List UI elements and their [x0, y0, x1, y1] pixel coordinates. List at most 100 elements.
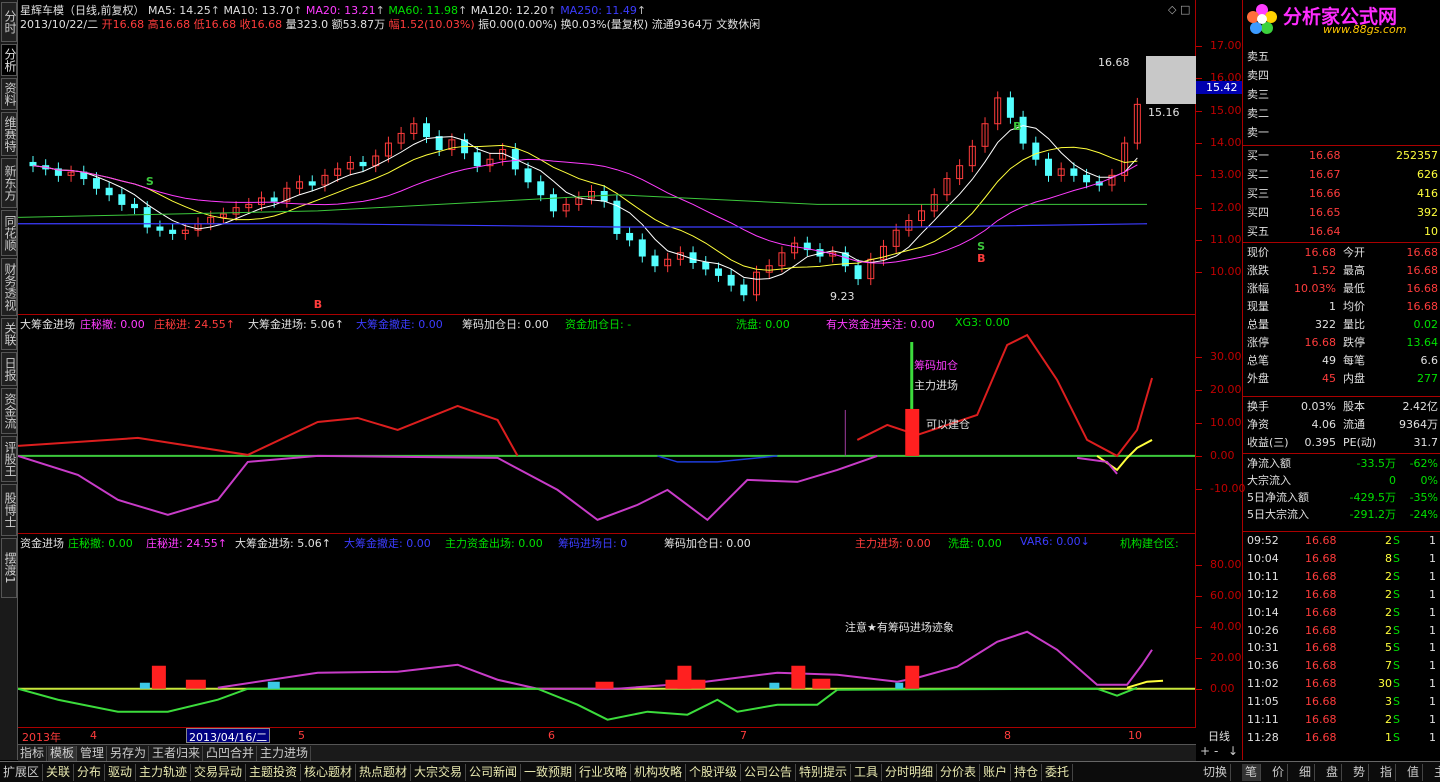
flow-label: 5日净流入额	[1247, 491, 1309, 504]
bottom-tab-6[interactable]: 主题投资	[246, 764, 302, 781]
bottom-tab-4[interactable]: 主力轨迹	[136, 764, 192, 781]
stat-label: 涨停	[1247, 336, 1269, 349]
left-tab-0[interactable]: 分时	[1, 2, 17, 42]
right-tab-6[interactable]: 指	[1377, 764, 1397, 781]
bottom-tab-21[interactable]: 持仓	[1011, 764, 1043, 781]
toolbar-tab-6[interactable]: 主力进场	[258, 746, 312, 761]
left-tab-9[interactable]: 资金流	[1, 388, 17, 434]
ind2-bar	[895, 682, 904, 689]
stat-label: 均价	[1343, 300, 1365, 313]
ind1-red-line-2	[856, 333, 1153, 458]
left-tab-2[interactable]: 资料	[1, 78, 17, 110]
bottom-tab-17[interactable]: 工具	[851, 764, 883, 781]
ind2-legend-item: 主力资金出场: 0.00	[445, 537, 543, 550]
left-tab-7[interactable]: 关联	[1, 318, 17, 350]
tick-volume: 3	[1385, 695, 1392, 709]
bottom-tab-1[interactable]: 关联	[43, 764, 75, 781]
stat-label: PE(动)	[1343, 436, 1377, 449]
right-tab-7[interactable]: 值	[1404, 764, 1424, 781]
buy-label: 买四	[1247, 206, 1269, 219]
bottom-tab-8[interactable]: 热点题材	[356, 764, 412, 781]
toolbar-tab-5[interactable]: 凸凹合并	[204, 746, 258, 761]
stat-value: 49	[1322, 354, 1336, 367]
bottom-tab-0[interactable]: 扩展区	[0, 764, 44, 781]
bottom-tab-9[interactable]: 大宗交易	[411, 764, 467, 781]
zoom-controls: + - ↓	[1196, 744, 1242, 761]
right-tab-0[interactable]: 切换	[1200, 764, 1232, 781]
right-tab-5[interactable]: 势	[1350, 764, 1370, 781]
tick-price: 16.68	[1305, 695, 1337, 709]
bottom-tab-12[interactable]: 行业攻略	[576, 764, 632, 781]
stat-label: 流通	[1343, 418, 1365, 431]
bottom-tab-7[interactable]: 核心题材	[301, 764, 357, 781]
toolbar-tab-3[interactable]: 另存为	[108, 746, 150, 761]
toolbar-tab-0[interactable]: 指标	[18, 746, 48, 761]
right-tab-1[interactable]: 笔	[1242, 764, 1262, 781]
note-jiancang: 可以建仓	[926, 418, 970, 431]
plus-icon[interactable]: +	[1200, 744, 1210, 758]
bottom-tab-16[interactable]: 特别提示	[796, 764, 852, 781]
left-tab-6[interactable]: 财务透视	[1, 258, 17, 316]
price-tick	[1196, 46, 1202, 47]
stat-label: 收益(三)	[1247, 436, 1289, 449]
stat-label: 跌停	[1343, 336, 1365, 349]
stat-value: 16.68	[1304, 246, 1337, 259]
flow-label: 5日大宗流入	[1247, 508, 1309, 521]
toolbar-tab-4[interactable]: 王者归来	[150, 746, 204, 761]
bottom-tab-14[interactable]: 个股评级	[686, 764, 742, 781]
right-tab-4[interactable]: 盘	[1323, 764, 1343, 781]
toolbar-tab-1[interactable]: 模板	[48, 746, 78, 761]
tick-price: 16.68	[1305, 659, 1337, 673]
stat-label: 今开	[1343, 246, 1365, 259]
bottom-tab-18[interactable]: 分时明细	[882, 764, 938, 781]
left-tab-4[interactable]: 新东方	[1, 158, 17, 208]
bottom-tab-2[interactable]: 分布	[74, 764, 106, 781]
indicator1-legend: 大筹金进场 庄秘撤: 0.00 庄秘进: 24.55↑ 大筹金进场: 5.06↑ 大筹金…	[20, 316, 1190, 331]
stat-label: 现价	[1247, 246, 1269, 259]
bottom-tab-5[interactable]: 交易异动	[191, 764, 247, 781]
right-tab-8[interactable]: 主	[1431, 764, 1440, 781]
tick-volume: 2	[1385, 534, 1392, 547]
bottom-tab-13[interactable]: 机构攻略	[631, 764, 687, 781]
candle-body	[854, 265, 862, 280]
ind1-legend-item: 洗盘: 0.00	[736, 318, 790, 331]
bottom-tab-3[interactable]: 驱动	[105, 764, 137, 781]
ind1-tick	[1196, 423, 1202, 424]
right-tab-3[interactable]: 细	[1296, 764, 1316, 781]
bottom-tab-22[interactable]: 委托	[1042, 764, 1074, 781]
tick-volume: 2	[1385, 569, 1392, 583]
left-tab-8[interactable]: 日报	[1, 352, 17, 386]
bottom-tab-20[interactable]: 账户	[980, 764, 1012, 781]
toolbar-tab-2[interactable]: 管理	[78, 746, 108, 761]
left-tab-3[interactable]: 维赛特	[1, 112, 17, 156]
kline-chart[interactable]: SBSBB	[18, 0, 1196, 728]
bottom-tab-19[interactable]: 分价表	[937, 764, 981, 781]
candle-body	[1032, 142, 1040, 160]
stat-label: 股本	[1343, 400, 1365, 413]
down-arrow-icon[interactable]: ↓	[1228, 744, 1238, 758]
sell-label: 卖一	[1247, 126, 1269, 139]
period-label[interactable]: 日线	[1196, 728, 1242, 744]
left-tab-1[interactable]: 分析	[1, 44, 17, 76]
time-axis: 2013年 4 2013/04/16/二 5 6 7 8 10	[18, 728, 1196, 744]
bottom-tab-15[interactable]: 公司公告	[741, 764, 797, 781]
ind1-legend-item: XG3: 0.00	[955, 316, 1010, 329]
price-tick-label: 16.00	[1210, 71, 1242, 85]
tick-time: 10:12	[1247, 587, 1279, 601]
left-tab-10[interactable]: 评股王	[1, 436, 17, 482]
candle-body	[549, 194, 557, 212]
bottom-tab-10[interactable]: 公司新闻	[466, 764, 522, 781]
ind1-legend-item: 大筹金进场	[20, 318, 75, 331]
left-tab-5[interactable]: 同花顺	[1, 210, 17, 256]
tick-side: S	[1393, 730, 1400, 744]
left-tab-12[interactable]: 摆渡1	[1, 538, 17, 598]
note-attention: 注意★有筹码进场迹象	[845, 621, 954, 634]
stat-value: 277	[1417, 372, 1438, 385]
right-tab-2[interactable]: 价	[1269, 764, 1289, 781]
ind1-legend-item: 有大资金进关注: 0.00	[826, 318, 935, 331]
flow-value: -429.5万	[1349, 491, 1396, 504]
sell-label: 卖二	[1247, 107, 1269, 120]
left-tab-11[interactable]: 股博士	[1, 484, 17, 536]
bottom-tab-11[interactable]: 一致预期	[521, 764, 577, 781]
minus-icon[interactable]: -	[1214, 744, 1218, 758]
